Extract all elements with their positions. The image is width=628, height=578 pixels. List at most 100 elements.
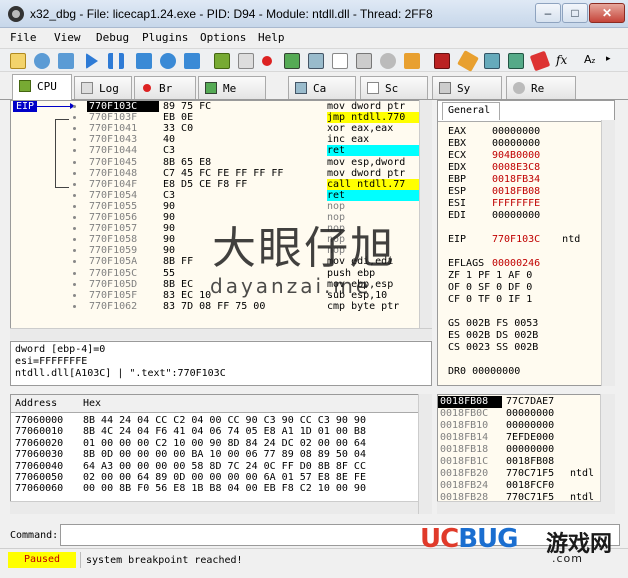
register-value[interactable]: 0018FB34 [492, 174, 540, 185]
register-row[interactable]: EBP 0018FB34 [448, 174, 540, 186]
labels-icon[interactable] [508, 53, 524, 69]
cpu-icon[interactable] [214, 53, 230, 69]
dump-row[interactable]: 77060040 64 A3 00 00 00 00 58 8D 7C 24 0C… [11, 461, 429, 472]
segment-row[interactable]: GS 002B FS 0053 [448, 318, 538, 330]
dump-row[interactable]: 77060050 02 00 00 64 89 0D 00 00 00 00 6A… [11, 472, 429, 483]
register-value[interactable]: 00000246 [492, 258, 540, 269]
dump-row[interactable]: 77060060 00 00 8B F0 56 E8 1B B8 04 00 EB… [11, 483, 429, 494]
attach-icon[interactable] [457, 50, 479, 72]
disasm-row[interactable]: 770F1045 8B 65 E8 mov esp,dword [11, 157, 429, 168]
register-row[interactable]: ESP 0018FB08 [448, 186, 540, 198]
memory-map-icon[interactable] [284, 53, 300, 69]
register-value[interactable]: 00000000 [492, 138, 540, 149]
disasm-row[interactable]: 770F103F EB 0E jmp ntdll.770 [11, 112, 429, 124]
dump-pane[interactable]: Address Hex 77060000 8B 44 24 04 CC C2 04… [10, 394, 432, 514]
disasm-row[interactable]: 770F1048 C7 45 FC FE FF FF FF mov dword pt… [11, 168, 429, 179]
script-dollar-icon[interactable] [434, 53, 450, 69]
stack-row[interactable]: 0018FB20 770C71F5 ntdl [438, 468, 614, 480]
stack-hscrollbar[interactable] [437, 501, 601, 514]
comments-icon[interactable] [484, 53, 500, 69]
menu-options[interactable]: Options [200, 31, 246, 44]
search-icon[interactable] [380, 53, 396, 69]
register-value[interactable]: 00000000 [492, 126, 540, 137]
stack-row[interactable]: 0018FB18 00000000 [438, 444, 614, 456]
stack-scrollbar[interactable] [600, 394, 615, 514]
register-value[interactable]: 904B0000 [492, 150, 540, 161]
step-over-icon[interactable] [160, 53, 176, 69]
disasm-row[interactable]: 770F1044 C3 ret [11, 145, 429, 157]
register-value[interactable]: 0008E3C8 [492, 162, 540, 173]
tab-symbols[interactable]: Sy [432, 76, 502, 99]
register-row[interactable]: ESI FFFFFFFE [448, 198, 540, 210]
register-row[interactable]: EAX 00000000 [448, 126, 540, 138]
disasm-row[interactable]: 770F103C 89 75 FC mov dword ptr [11, 101, 429, 112]
register-value[interactable]: FFFFFFFE [492, 198, 540, 209]
disassembly-hscrollbar[interactable] [10, 328, 432, 340]
debug-register-row[interactable]: DR0 00000000 [448, 366, 520, 378]
log-icon[interactable] [238, 53, 254, 69]
menu-file[interactable]: File [10, 31, 37, 44]
minimize-button[interactable]: – [535, 3, 561, 23]
disasm-row[interactable]: 770F104F E8 D5 CE F8 FF call ntdll.77 [11, 178, 429, 190]
open-icon[interactable] [10, 53, 26, 69]
functions-icon[interactable]: fx [556, 53, 572, 69]
breakpoint-icon[interactable] [262, 56, 272, 66]
stack-row[interactable]: 0018FB10 00000000 [438, 420, 614, 432]
menu-debug[interactable]: Debug [96, 31, 129, 44]
register-value[interactable]: 770F103C [492, 234, 540, 245]
stack-row[interactable]: 0018FB0C 00000000 [438, 408, 614, 420]
register-row-eflags[interactable]: EFLAGS 00000246 [448, 258, 540, 270]
disasm-row[interactable]: 770F1041 33 C0 xor eax,eax [11, 123, 429, 134]
tab-breakpoints[interactable]: Br [134, 76, 196, 99]
disasm-row[interactable]: 770F1054 C3 ret [11, 189, 429, 201]
tab-references[interactable]: Re [506, 76, 576, 99]
close-button[interactable]: ✕ [589, 3, 625, 23]
register-row[interactable]: ECX 904B0000 [448, 150, 540, 162]
font-icon[interactable]: Az [584, 53, 600, 69]
dump-scrollbar[interactable] [418, 394, 432, 514]
flags-row[interactable]: OF 0 SF 0 DF 0 [448, 282, 532, 294]
pause-icon[interactable] [108, 53, 124, 69]
restart-icon[interactable] [34, 53, 50, 69]
segment-row[interactable]: ES 002B DS 002B [448, 330, 538, 342]
tab-call-stack[interactable]: Ca [288, 76, 356, 99]
register-row[interactable]: EDX 0008E3C8 [448, 162, 540, 174]
register-row[interactable]: EBX 00000000 [448, 138, 540, 150]
dump-hscrollbar[interactable] [10, 501, 418, 514]
menu-view[interactable]: View [54, 31, 81, 44]
tab-log[interactable]: Log [74, 76, 132, 99]
stack-row[interactable]: 0018FB24 0018FCF0 [438, 480, 614, 492]
maximize-button[interactable]: □ [562, 3, 588, 23]
symbols-icon[interactable] [356, 53, 372, 69]
stack-row[interactable]: 0018FB08 77C7DAE7 [438, 396, 614, 408]
dump-col-hex[interactable]: Hex [83, 398, 101, 409]
disasm-row[interactable]: 770F1043 40 inc eax [11, 134, 429, 145]
dump-row[interactable]: 77060030 8B 0D 00 00 00 00 BA 10 00 06 77… [11, 449, 429, 460]
stack-row[interactable]: 0018FB14 7EFDE000 [438, 432, 614, 444]
dump-row[interactable]: 77060020 01 00 00 00 C2 10 00 90 8D 84 24… [11, 438, 429, 449]
segment-row[interactable]: CS 0023 SS 002B [448, 342, 538, 354]
dump-row[interactable]: 77060000 8B 44 24 04 CC C2 04 00 CC 90 C3… [11, 415, 429, 426]
registers-scrollbar[interactable] [601, 120, 615, 386]
call-stack-icon[interactable] [308, 53, 324, 69]
tab-memory-map[interactable]: Me [198, 76, 266, 99]
menu-plugins[interactable]: Plugins [142, 31, 188, 44]
patch-icon[interactable] [404, 53, 420, 69]
menu-help[interactable]: Help [258, 31, 285, 44]
step-into-icon[interactable] [136, 53, 152, 69]
disasm-row[interactable]: 770F1062 83 7D 08 FF 75 00 cmp byte ptr [11, 301, 429, 312]
flags-row[interactable]: CF 0 TF 0 IF 1 [448, 294, 532, 306]
stack-pane[interactable]: 0018FB08 77C7DAE7 0018FB0C 00000000 0018FB10… [437, 394, 615, 514]
register-value[interactable]: 00000000 [492, 210, 540, 221]
close-debug-icon[interactable] [58, 53, 74, 69]
dump-row[interactable]: 77060010 8B 4C 24 04 F6 41 04 06 74 05 E8… [11, 426, 429, 437]
tab-script[interactable]: Sc [360, 76, 428, 99]
tab-general[interactable]: General [442, 102, 500, 120]
tab-cpu[interactable]: CPU [12, 74, 72, 100]
flags-row[interactable]: ZF 1 PF 1 AF 0 [448, 270, 532, 282]
run-icon[interactable] [86, 53, 98, 69]
register-row-eip[interactable]: EIP 770F103C ntd [448, 234, 580, 246]
register-row[interactable]: EDI 00000000 [448, 210, 540, 222]
script-icon[interactable] [332, 53, 348, 69]
more-icon[interactable]: ▸ [606, 53, 622, 69]
